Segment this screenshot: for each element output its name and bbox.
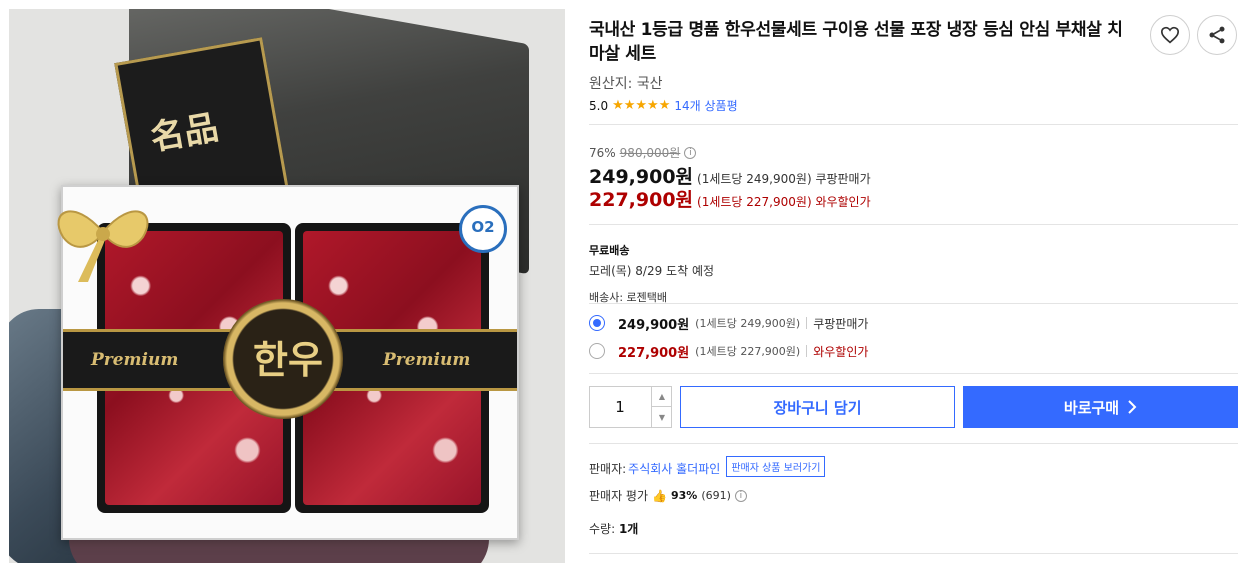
divider [589,224,1238,225]
quantity-summary-label: 수량: [589,522,616,536]
option-separator [806,317,808,329]
seller-rating-label: 판매자 평가 [589,489,649,503]
radio-button-selected[interactable] [589,315,605,331]
buy-button-label: 바로구매 [1063,398,1120,417]
discount-row: 76% 980,000원 i [589,144,697,161]
wishlist-button[interactable] [1150,15,1190,55]
option-type: 쿠팡판매가 [813,316,869,331]
price-option-wow[interactable]: 227,900원 (1세트당 227,900원) 와우할인가 [589,341,868,361]
origin-text: 원산지: 국산 [589,76,663,92]
info-icon[interactable]: i [734,489,747,502]
band-word-right: Premium [383,350,471,370]
gift-box: Premium Premium 한우 O2 [57,185,519,540]
star-rating-icon: ★★★★★ [612,98,671,113]
option-price: 249,900원 [618,317,690,333]
divider [589,373,1238,374]
cart-button-label: 장바구니 담기 [773,398,862,417]
original-price: 980,000원 [619,146,681,160]
oxygen-pack-badge: O2 [459,205,507,253]
gold-ribbon-icon [57,210,149,282]
seller-rating-row: 판매자 평가 👍 93% (691) i [589,487,747,504]
wow-price-note: (1세트당 227,900원) 와우할인가 [697,195,871,209]
seller-rating-percent: 93% [670,489,698,502]
add-to-cart-button[interactable]: 장바구니 담기 [680,386,955,428]
seller-rating-count: (691) [701,489,731,502]
option-price: 227,900원 [618,345,690,361]
info-icon[interactable]: i [684,146,697,159]
wow-price: 227,900원 [589,189,694,211]
seal-text: 한우 [253,337,323,382]
share-icon [1209,26,1225,44]
chevron-right-icon [1128,400,1137,414]
product-image[interactable]: 名品 Premium Premium 한우 O2 [9,9,565,563]
delivery-eta: 모레(목) 8/29 도착 예정 [589,264,715,278]
badge-text: O2 [471,218,495,236]
option-note: (1세트당 249,900원) [695,317,801,330]
heart-icon [1160,26,1180,44]
radio-button[interactable] [589,343,605,359]
seller-products-button[interactable]: 판매자 상품 보러가기 [726,456,826,477]
option-type: 와우할인가 [813,344,869,359]
review-count-link[interactable]: 14개 상품평 [674,97,737,114]
divider [589,553,1238,554]
divider [589,303,1238,304]
option-separator [806,345,808,357]
quantity-summary-value: 1개 [618,522,639,536]
quantity-input[interactable] [590,387,650,427]
share-button[interactable] [1197,15,1237,55]
wow-price-row: 227,900원 (1세트당 227,900원) 와우할인가 [589,185,871,212]
product-info-panel: 국내산 1등급 명품 한우선물세트 구이용 선물 포장 냉장 등심 안심 부채살… [589,0,1239,570]
band-word-left: Premium [91,350,179,370]
divider [589,443,1238,444]
product-title: 국내산 1등급 명품 한우선물세트 구이용 선물 포장 냉장 등심 안심 부채살… [589,20,1123,64]
shipping-label: 무료배송 [589,244,630,257]
buy-now-button[interactable]: 바로구매 [963,386,1238,428]
hanwoo-seal: 한우 [223,299,343,419]
quantity-increase-icon[interactable]: ▲ [651,387,672,407]
seller-label: 판매자: [589,462,627,476]
thumbs-up-icon: 👍 [652,488,667,503]
quantity-decrease-icon[interactable]: ▼ [651,407,672,427]
quantity-stepper[interactable]: ▲ ▼ [589,386,672,428]
discount-rate: 76% [589,145,616,160]
seller-row: 판매자: 주식회사 홀더파인 판매자 상품 보러가기 [589,456,826,479]
gift-bag-mark: 名品 [147,107,222,159]
seller-name-link[interactable]: 주식회사 홀더파인 [628,460,720,477]
divider [589,124,1238,125]
quantity-summary: 수량: 1개 [589,520,638,537]
product-rating: 5.0 ★★★★★ 14개 상품평 [589,97,738,114]
option-note: (1세트당 227,900원) [695,345,801,358]
rating-score: 5.0 [589,98,609,113]
price-option-coupang[interactable]: 249,900원 (1세트당 249,900원) 쿠팡판매가 [589,313,868,333]
